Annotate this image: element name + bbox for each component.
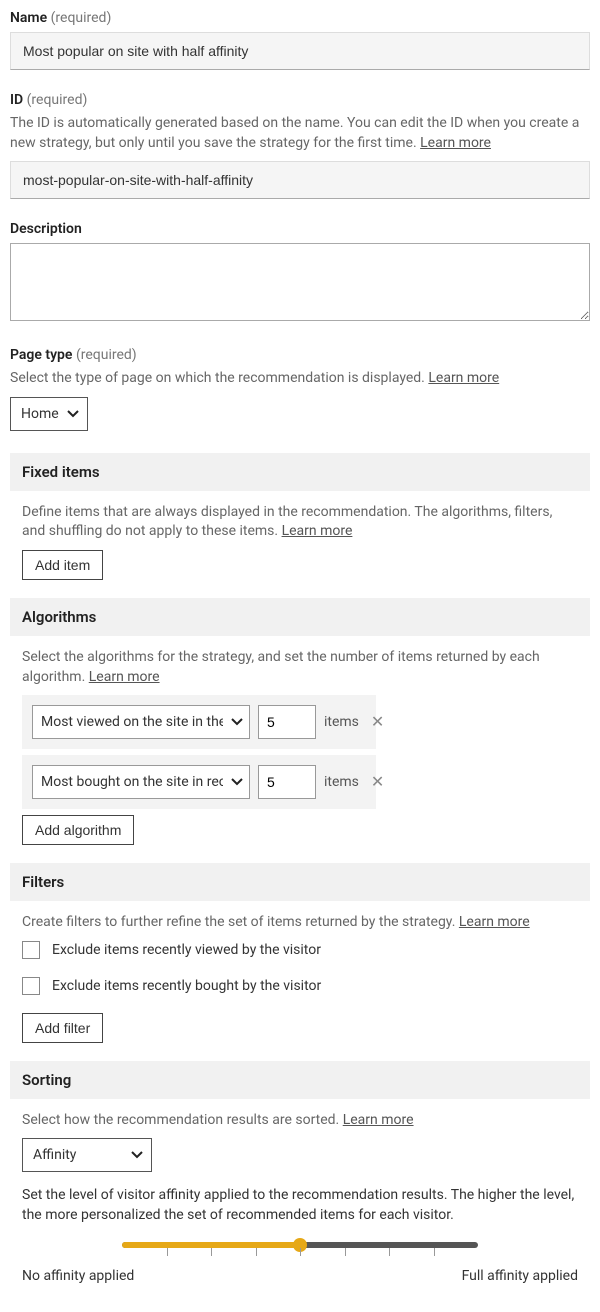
pagetype-helper: Select the type of page on which the rec…: [10, 369, 590, 389]
description-label: Description: [10, 221, 590, 237]
sorting-helper: Select how the recommendation results ar…: [22, 1111, 578, 1131]
name-label: Name (required): [10, 10, 590, 26]
algorithm-count-input[interactable]: [258, 765, 316, 799]
affinity-helper: Set the level of visitor affinity applie…: [22, 1186, 578, 1225]
algorithm-select[interactable]: Most viewed on the site in the past: [32, 705, 250, 739]
chevron-down-icon: [231, 778, 243, 786]
slider-max-label: Full affinity applied: [462, 1268, 578, 1284]
id-helper: The ID is automatically generated based …: [10, 114, 590, 153]
algorithms-helper: Select the algorithms for the strategy, …: [22, 648, 578, 687]
exclude-viewed-checkbox[interactable]: [22, 941, 40, 959]
algorithms-learn-link[interactable]: Learn more: [89, 669, 160, 685]
algorithm-count-input[interactable]: [258, 705, 316, 739]
chevron-down-icon: [231, 718, 243, 726]
remove-icon[interactable]: ✕: [367, 774, 388, 790]
remove-icon[interactable]: ✕: [367, 714, 388, 730]
algorithms-header: Algorithms: [10, 598, 590, 636]
sorting-header: Sorting: [10, 1061, 590, 1099]
exclude-bought-label: Exclude items recently bought by the vis…: [52, 978, 321, 994]
fixed-learn-link[interactable]: Learn more: [282, 523, 353, 539]
sorting-learn-link[interactable]: Learn more: [343, 1112, 414, 1128]
filters-helper: Create filters to further refine the set…: [22, 913, 578, 933]
algorithm-select[interactable]: Most bought on the site in recent: [32, 765, 250, 799]
id-input[interactable]: [10, 161, 590, 199]
fixed-helper: Define items that are always displayed i…: [22, 503, 578, 542]
slider-ticks: [122, 1248, 478, 1258]
exclude-bought-checkbox[interactable]: [22, 977, 40, 995]
id-label: ID (required): [10, 92, 590, 108]
exclude-viewed-label: Exclude items recently viewed by the vis…: [52, 942, 321, 958]
description-input[interactable]: [10, 243, 590, 321]
algorithm-row: Most viewed on the site in the past item…: [22, 695, 376, 749]
add-algorithm-button[interactable]: Add algorithm: [22, 815, 134, 845]
pagetype-label: Page type (required): [10, 347, 590, 363]
add-item-button[interactable]: Add item: [22, 550, 103, 580]
name-input[interactable]: [10, 32, 590, 70]
chevron-down-icon: [67, 410, 79, 418]
filters-learn-link[interactable]: Learn more: [459, 914, 530, 930]
pagetype-select[interactable]: Home: [10, 397, 88, 431]
algorithm-row: Most bought on the site in recent items …: [22, 755, 376, 809]
sorting-select[interactable]: Affinity: [22, 1138, 152, 1172]
slider-min-label: No affinity applied: [22, 1268, 134, 1284]
add-filter-button[interactable]: Add filter: [22, 1013, 103, 1043]
filters-header: Filters: [10, 863, 590, 901]
items-label: items: [324, 774, 359, 790]
pagetype-learn-link[interactable]: Learn more: [428, 370, 499, 386]
id-learn-link[interactable]: Learn more: [420, 135, 491, 151]
items-label: items: [324, 714, 359, 730]
fixed-items-header: Fixed items: [10, 453, 590, 491]
chevron-down-icon: [131, 1151, 143, 1159]
